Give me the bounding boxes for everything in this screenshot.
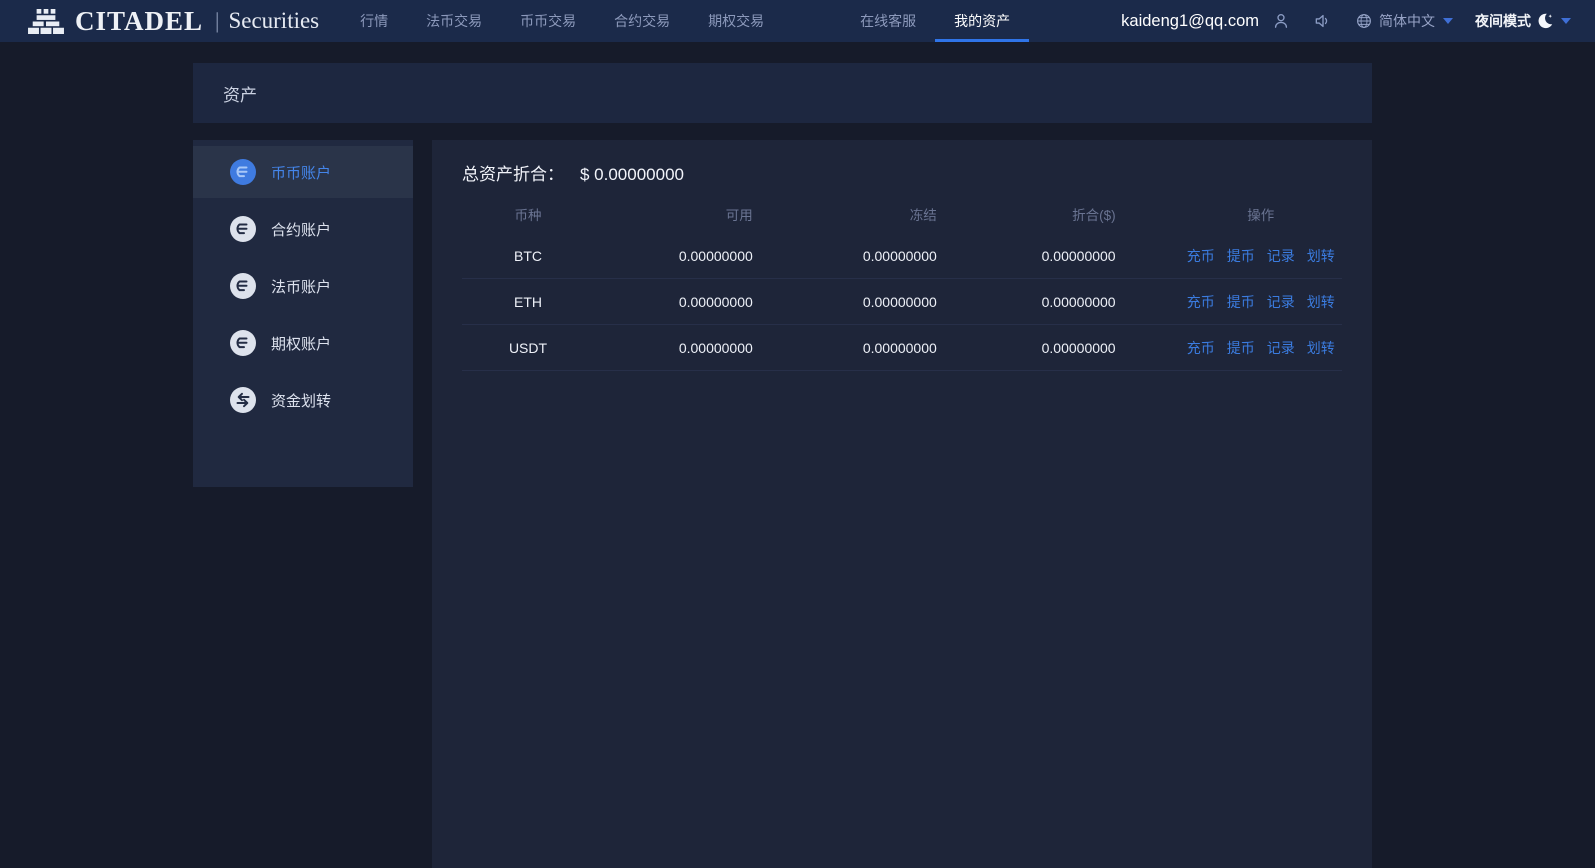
coin-account-icon [230,330,256,356]
total-assets: 总资产折合： $ 0.00000000 [462,160,1342,185]
nav-item-5[interactable]: 在线客服 [841,0,935,42]
converted-cell: 0.00000000 [1041,339,1116,356]
frozen-cell: 0.00000000 [862,339,937,356]
table-header-row: 币种 可用 冻结 折合($) 操作 [462,195,1342,233]
sidebar-item-label: 合约账户 [271,221,332,239]
available-cell: 0.00000000 [678,339,753,356]
actions-cell: 充币 提币 记录 划转 [1140,246,1342,266]
citadel-logo-icon [28,8,64,34]
sidebar-item-label: 资金划转 [271,392,332,410]
nav-item-1[interactable]: 法币交易 [407,0,501,42]
moon-icon [1538,13,1553,29]
column-header-3: 折合($) [1072,208,1116,223]
asset-row: ETH 0.00000000 0.00000000 0.00000000 充币 提币 记录划… [462,279,1342,325]
nav-item-4[interactable]: 期权交易 [689,0,783,42]
table-body: BTC 0.00000000 0.00000000 0.00000000 充币 提币 记录划… [462,233,1342,371]
sidebar-item-1[interactable]: 合约账户 [193,203,413,255]
sidebar-item-label: 币币账户 [271,164,332,182]
asset-row: BTC 0.00000000 0.00000000 0.00000000 充币 提币 记录划… [462,233,1342,279]
action-records-link[interactable]: 记录 [1267,338,1295,358]
coin-account-icon [230,273,256,299]
coin-account-icon [230,216,256,242]
action-withdraw-link[interactable]: 提币 [1227,292,1255,312]
primary-nav: 行情 法币交易 币币交易 合约交易 期权交易 在线客服 我的资产 [341,0,1030,42]
action-records-link[interactable]: 记录 [1267,246,1295,266]
asset-row: USDT 0.00000000 0.00000000 0.00000000 充币 提币 记录… [462,325,1342,371]
transfer-icon [230,387,256,413]
coin-cell: USDT [508,339,548,356]
page-header: 资产 [193,63,1372,123]
action-withdraw-link[interactable]: 提币 [1227,338,1255,358]
brand-suffix: Securities [228,8,320,33]
available-cell: 0.00000000 [678,247,753,264]
page-title: 资产 [223,85,257,105]
available-cell: 0.00000000 [678,293,753,310]
nav-item-2[interactable]: 币币交易 [501,0,595,42]
column-header-0: 币种 [514,208,542,223]
user-email[interactable]: kaideng1@qq.com [1121,12,1259,31]
nav-item-0[interactable]: 行情 [341,0,407,42]
action-transfer-link[interactable]: 划转 [1307,292,1335,312]
column-header-2: 冻结 [909,208,937,223]
converted-cell: 0.00000000 [1041,247,1116,264]
action-withdraw-link[interactable]: 提币 [1227,246,1255,266]
sidebar-item-label: 期权账户 [271,335,332,353]
page-wrapper: 资产 币币账户合约账户法币账户期权账户资金划转 总资产折合： $ 0.00000… [193,63,1372,868]
frozen-cell: 0.00000000 [862,293,937,310]
action-transfer-link[interactable]: 划转 [1307,246,1335,266]
assets-table: 币种 可用 冻结 折合($) 操作 BTC 0.00000000 0.00000000 0.0… [462,195,1342,371]
brand-divider: | [215,8,220,33]
column-header-1: 可用 [725,208,753,223]
coin-account-icon [230,159,256,185]
language-label: 简体中文 [1379,13,1435,29]
navbar-right: kaideng1@qq.com 简体中文 夜间模式 [1121,11,1571,31]
action-deposit-link[interactable]: 充币 [1187,292,1215,312]
converted-cell: 0.00000000 [1041,293,1116,310]
chevron-down-icon [1443,18,1453,24]
globe-icon [1357,14,1371,28]
theme-toggle[interactable]: 夜间模式 [1475,11,1571,31]
action-records-link[interactable]: 记录 [1267,292,1295,312]
column-header-4: 操作 [1247,208,1275,223]
language-selector[interactable]: 简体中文 [1355,11,1453,31]
sidebar-item-2[interactable]: 法币账户 [193,260,413,312]
actions-cell: 充币 提币 记录 划转 [1140,338,1342,358]
theme-label: 夜间模式 [1475,13,1531,29]
brand-name: CITADEL [75,5,204,36]
action-transfer-link[interactable]: 划转 [1307,338,1335,358]
nav-item-3[interactable]: 合约交易 [595,0,689,42]
action-deposit-link[interactable]: 充币 [1187,246,1215,266]
chevron-down-icon [1561,18,1571,24]
frozen-cell: 0.00000000 [862,247,937,264]
top-navbar: CITADEL | Securities 行情 法币交易 币币交易 合约交易 期权交易 在… [0,0,1595,42]
sidebar-item-label: 法币账户 [271,278,332,296]
total-assets-label: 总资产折合： [462,165,564,184]
total-assets-value: $ 0.00000000 [580,165,684,184]
speaker-icon[interactable] [1313,11,1333,31]
sidebar-item-4[interactable]: 资金划转 [193,374,413,426]
nav-item-6[interactable]: 我的资产 [935,0,1030,42]
coin-cell: ETH [514,293,542,310]
sidebar-item-3[interactable]: 期权账户 [193,317,413,369]
sidebar: 币币账户合约账户法币账户期权账户资金划转 [193,140,413,487]
actions-cell: 充币 提币 记录 划转 [1140,292,1342,312]
user-icon[interactable] [1271,11,1291,31]
assets-panel: 总资产折合： $ 0.00000000 币种 可用 冻结 折合($) 操作 BTC 0.0… [432,140,1372,868]
content-row: 币币账户合约账户法币账户期权账户资金划转 总资产折合： $ 0.00000000… [193,140,1372,868]
sidebar-item-0[interactable]: 币币账户 [193,146,413,198]
coin-cell: BTC [514,247,542,264]
action-deposit-link[interactable]: 充币 [1187,338,1215,358]
brand[interactable]: CITADEL | Securities [28,6,319,37]
